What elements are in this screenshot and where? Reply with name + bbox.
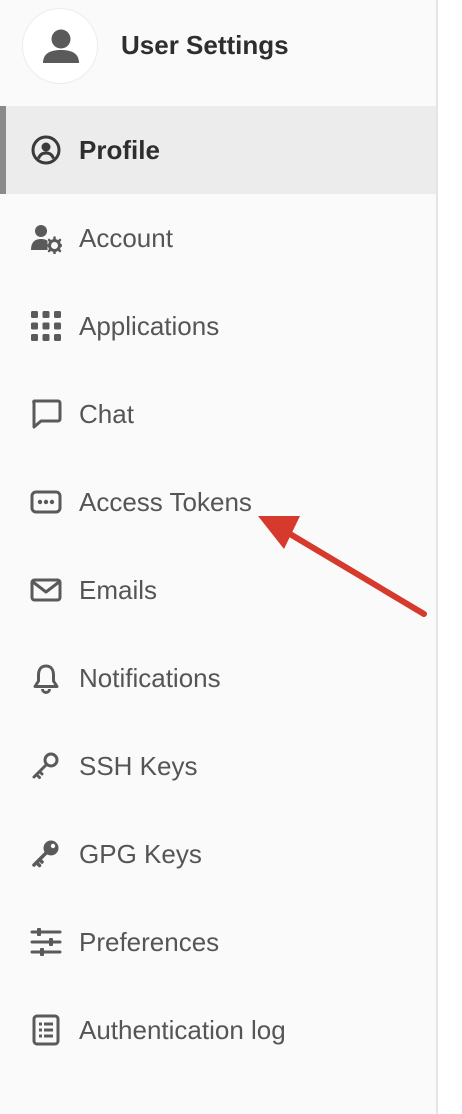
sidebar-item-label: Applications bbox=[79, 311, 220, 341]
key-solid-icon bbox=[32, 840, 59, 868]
user-settings-sidebar: User Settings Profile Account Applicatio… bbox=[0, 0, 438, 1114]
sidebar-item-label: Notifications bbox=[79, 663, 221, 693]
sidebar-item-label: Profile bbox=[79, 135, 160, 165]
applications-grid-icon bbox=[31, 311, 61, 341]
account-settings-icon bbox=[31, 225, 62, 254]
sidebar-item-label: Authentication log bbox=[79, 1015, 286, 1045]
sidebar-item-account[interactable]: Account bbox=[0, 194, 436, 282]
envelope-icon bbox=[30, 578, 62, 602]
sidebar-item-label: Chat bbox=[79, 399, 134, 429]
sidebar-item-label: SSH Keys bbox=[79, 751, 198, 781]
sidebar-item-authentication-log[interactable]: Authentication log bbox=[0, 986, 436, 1074]
bell-icon bbox=[33, 664, 59, 694]
chat-icon bbox=[32, 399, 62, 429]
sidebar-item-preferences[interactable]: Preferences bbox=[0, 898, 436, 986]
sidebar-item-label: GPG Keys bbox=[79, 839, 202, 869]
sidebar-item-label: Account bbox=[79, 223, 173, 253]
key-icon bbox=[32, 752, 59, 779]
sidebar-item-ssh-keys[interactable]: SSH Keys bbox=[0, 722, 436, 810]
access-token-icon bbox=[30, 490, 62, 514]
page-title: User Settings bbox=[121, 30, 289, 60]
sidebar-item-label: Access Tokens bbox=[79, 487, 252, 517]
user-avatar[interactable] bbox=[22, 8, 98, 84]
sidebar-item-applications[interactable]: Applications bbox=[0, 282, 436, 370]
sidebar-item-label: Preferences bbox=[79, 927, 220, 957]
sidebar-item-gpg-keys[interactable]: GPG Keys bbox=[0, 810, 436, 898]
sidebar-header: User Settings bbox=[0, 0, 436, 92]
sidebar-item-label: Emails bbox=[79, 575, 158, 605]
sidebar-item-profile[interactable]: Profile bbox=[0, 106, 436, 194]
user-avatar-icon bbox=[43, 29, 79, 63]
sidebar-item-notifications[interactable]: Notifications bbox=[0, 634, 436, 722]
log-icon bbox=[32, 1014, 60, 1046]
profile-icon bbox=[31, 135, 61, 165]
sidebar-item-emails[interactable]: Emails bbox=[0, 546, 436, 634]
sidebar-item-chat[interactable]: Chat bbox=[0, 370, 436, 458]
sidebar-item-access-tokens[interactable]: Access Tokens bbox=[0, 458, 436, 546]
sliders-icon bbox=[30, 928, 62, 956]
